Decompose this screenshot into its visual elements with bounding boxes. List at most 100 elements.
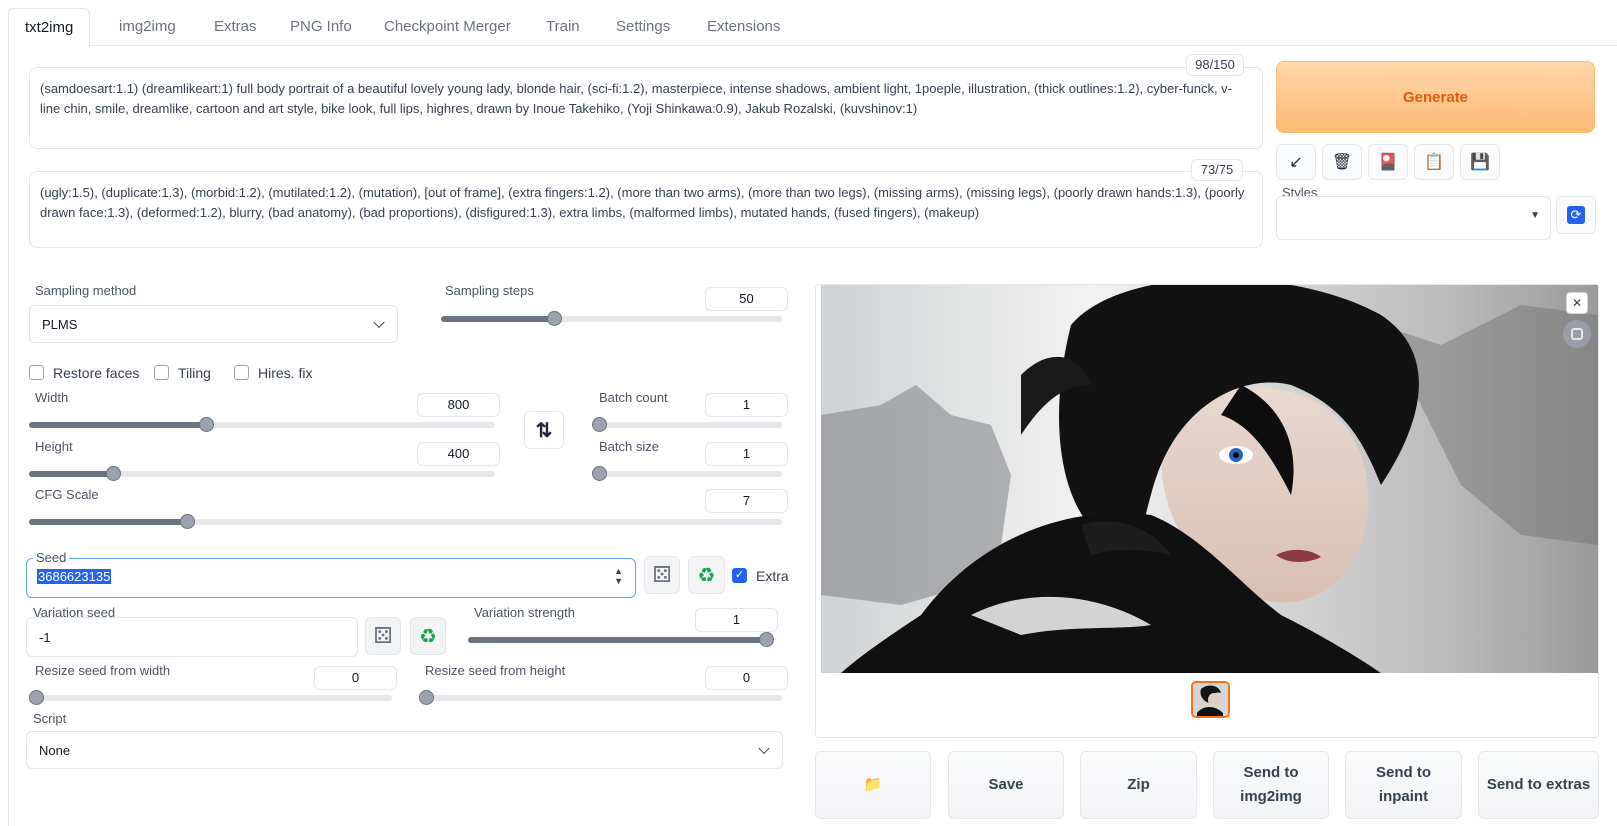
zip-button[interactable]: Zip	[1080, 751, 1197, 819]
slider-track[interactable]	[419, 690, 782, 705]
slider-track[interactable]	[592, 417, 782, 432]
slider-track[interactable]	[29, 466, 495, 481]
generated-image-art	[821, 285, 1598, 673]
variation-strength-slider[interactable]	[468, 632, 774, 647]
tab-settings[interactable]: Settings	[600, 8, 686, 46]
read-params-button[interactable]: ↙	[1276, 144, 1316, 180]
slider-thumb[interactable]	[199, 417, 215, 432]
slider-thumb[interactable]	[105, 466, 121, 481]
generated-image[interactable]	[821, 285, 1598, 673]
trash-icon: 🗑	[1331, 154, 1353, 171]
random-variation-seed-button[interactable]: ⚄	[365, 617, 401, 655]
refresh-icon: ⟳	[1567, 206, 1585, 224]
tab-txt2img[interactable]: txt2img	[8, 8, 91, 47]
swap-dimensions-button[interactable]: ⇅	[524, 411, 564, 449]
extra-networks-button[interactable]: 🎴	[1368, 144, 1408, 180]
slider-thumb[interactable]	[759, 632, 774, 647]
width-input[interactable]: 800	[417, 393, 500, 417]
script-dropdown[interactable]: None	[26, 731, 783, 769]
tab-img2img[interactable]: img2img	[103, 8, 192, 46]
gallery-thumbnail[interactable]	[1191, 681, 1230, 718]
slider-thumb[interactable]	[29, 690, 44, 705]
spinner-icon[interactable]: ▲ ▼	[614, 566, 623, 586]
resize-seed-height-slider[interactable]	[419, 690, 782, 705]
arrow-icon: ↙	[1289, 154, 1303, 171]
tab-train[interactable]: Train	[530, 8, 596, 46]
tiling-checkbox[interactable]	[154, 365, 169, 380]
slider-track[interactable]	[441, 311, 782, 326]
slider-track[interactable]	[592, 466, 782, 481]
save-button[interactable]: Save	[948, 751, 1064, 819]
slider-track[interactable]	[29, 690, 392, 705]
sampling-steps-slider[interactable]	[441, 311, 782, 326]
generate-button[interactable]: Generate	[1276, 61, 1595, 133]
batch-count-label: Batch count	[599, 390, 668, 405]
restore-faces-checkbox[interactable]	[29, 365, 44, 380]
prompt-textarea[interactable]: (samdoesart:1.1) (dreamlikeart:1) full b…	[29, 67, 1263, 149]
tab-checkpoint-merger[interactable]: Checkpoint Merger	[368, 8, 527, 46]
clear-prompt-button[interactable]: 🗑	[1322, 144, 1362, 180]
tab-png-info[interactable]: PNG Info	[274, 8, 368, 46]
dice-icon: ⚄	[652, 562, 672, 587]
slider-thumb[interactable]	[592, 466, 607, 481]
cfg-scale-slider[interactable]	[29, 514, 782, 529]
resize-seed-height-input[interactable]: 0	[705, 666, 788, 690]
seed-label: Seed	[33, 550, 70, 565]
styles-dropdown[interactable]: ▼	[1276, 196, 1551, 240]
close-icon: ✕	[1571, 296, 1583, 310]
close-image-button[interactable]: ✕	[1566, 292, 1588, 314]
tab-extras[interactable]: Extras	[198, 8, 273, 46]
thumbnail-art	[1193, 683, 1228, 716]
slider-fill	[441, 316, 554, 322]
save-style-button[interactable]: 💾	[1460, 144, 1500, 180]
recycle-icon: ♻	[697, 564, 716, 587]
resize-seed-width-input[interactable]: 0	[314, 666, 397, 690]
tab-extensions[interactable]: Extensions	[691, 8, 796, 46]
seed-input[interactable]: 3686623135 ▲ ▼	[26, 558, 636, 598]
batch-size-slider[interactable]	[592, 466, 782, 481]
resize-seed-width-slider[interactable]	[29, 690, 392, 705]
save-icon: 💾	[1470, 154, 1490, 171]
send-to-inpaint-button[interactable]: Send to inpaint	[1345, 751, 1462, 819]
height-input[interactable]: 400	[417, 442, 500, 466]
width-slider[interactable]	[29, 417, 495, 432]
sampling-steps-label: Sampling steps	[445, 283, 534, 298]
card-icon: 🎴	[1378, 154, 1398, 171]
slider-track[interactable]	[29, 514, 782, 529]
variation-strength-input[interactable]: 1	[695, 608, 778, 632]
batch-count-input[interactable]: 1	[705, 393, 788, 417]
tab-bar: txt2img img2img Extras PNG Info Checkpoi…	[8, 8, 1617, 47]
send-to-extras-button[interactable]: Send to extras	[1478, 751, 1599, 819]
extra-checkbox[interactable]: ✓	[732, 568, 747, 583]
send-to-img2img-button[interactable]: Send to img2img	[1213, 751, 1329, 819]
fullscreen-button[interactable]	[1563, 320, 1591, 348]
send-to-img2img-line1: Send to	[1243, 764, 1299, 781]
slider-track[interactable]	[468, 632, 774, 647]
batch-size-input[interactable]: 1	[705, 442, 788, 466]
swap-icon: ⇅	[535, 419, 553, 442]
negative-token-counter: 73/75	[1191, 159, 1243, 181]
variation-seed-input[interactable]: -1	[26, 617, 358, 657]
slider-thumb[interactable]	[592, 417, 607, 432]
random-seed-button[interactable]: ⚄	[644, 556, 680, 594]
sampling-steps-input[interactable]: 50	[705, 287, 788, 311]
hires-fix-checkbox[interactable]	[234, 365, 249, 380]
batch-count-slider[interactable]	[592, 417, 782, 432]
cfg-scale-input[interactable]: 7	[705, 489, 788, 513]
open-folder-button[interactable]: 📁	[815, 751, 931, 819]
reuse-variation-seed-button[interactable]: ♻	[410, 617, 446, 655]
apply-style-button[interactable]: 📋	[1414, 144, 1454, 180]
slider-track[interactable]	[29, 417, 495, 432]
sampling-method-dropdown[interactable]: PLMS	[29, 305, 398, 343]
script-value: None	[39, 742, 71, 758]
send-to-inpaint-line2: inpaint	[1378, 788, 1429, 805]
slider-thumb[interactable]	[419, 690, 434, 705]
chevron-down-icon	[373, 316, 385, 329]
negative-prompt-textarea[interactable]: (ugly:1.5), (duplicate:1.3), (morbid:1.2…	[29, 171, 1263, 248]
batch-size-label: Batch size	[599, 439, 659, 454]
slider-thumb[interactable]	[546, 311, 562, 326]
resize-seed-height-label: Resize seed from height	[425, 663, 566, 678]
reuse-seed-button[interactable]: ♻	[688, 556, 725, 594]
height-slider[interactable]	[29, 466, 495, 481]
refresh-styles-button[interactable]: ⟳	[1556, 196, 1596, 234]
